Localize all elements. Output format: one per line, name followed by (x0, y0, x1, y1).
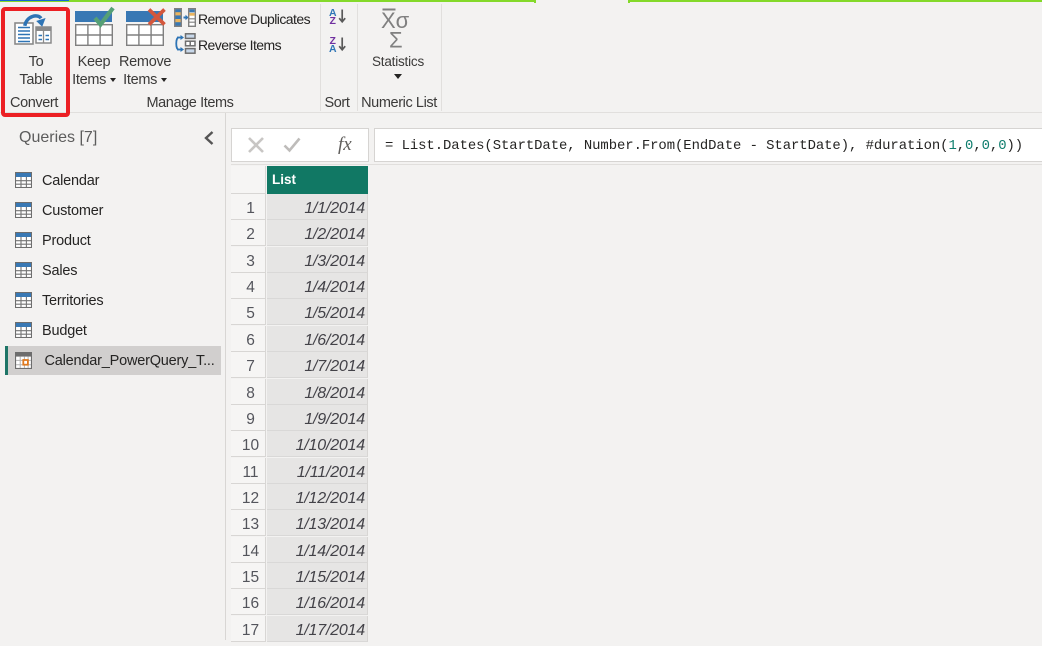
svg-text:Z: Z (330, 15, 337, 24)
svg-text:Σ: Σ (389, 28, 403, 53)
svg-text:A: A (329, 43, 337, 52)
